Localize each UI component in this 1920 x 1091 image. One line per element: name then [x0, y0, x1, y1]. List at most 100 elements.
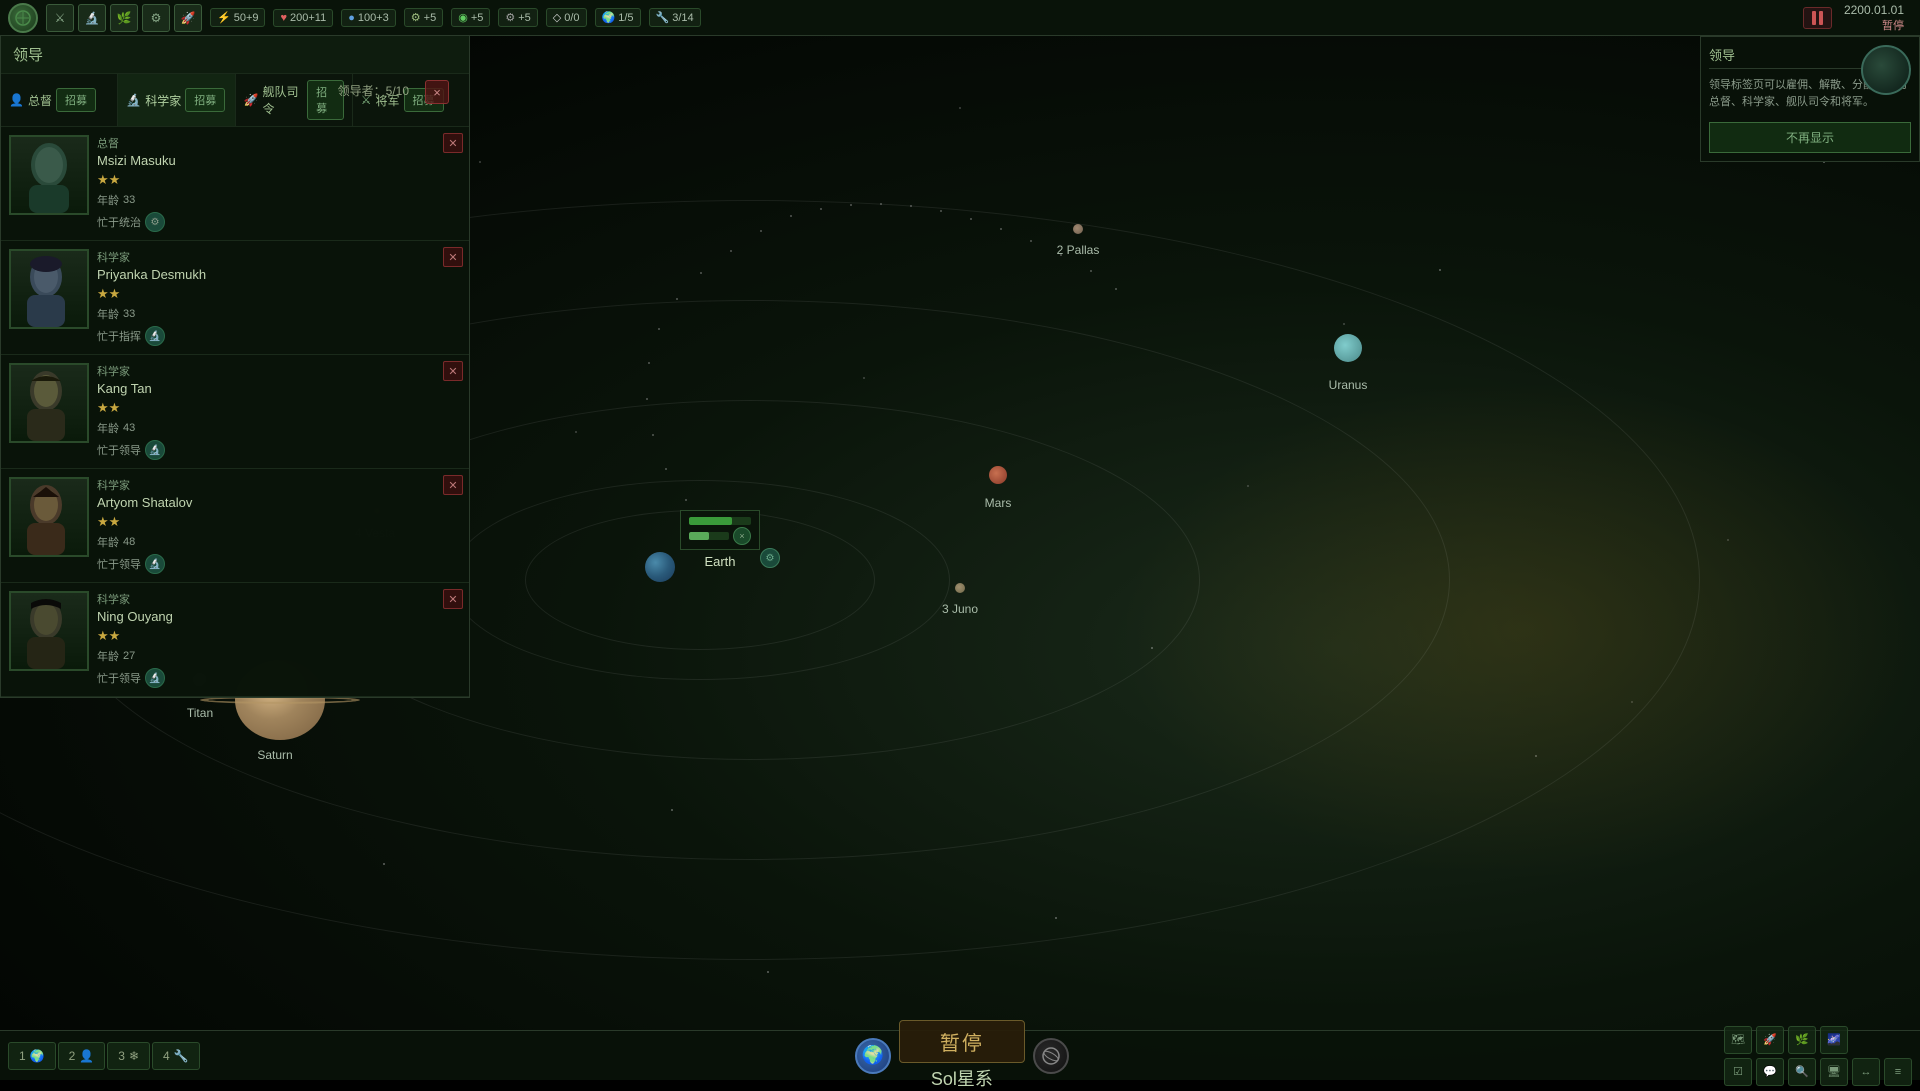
admiral-tab-label: 舰队司令	[262, 83, 303, 117]
pause-btn[interactable]	[1803, 7, 1832, 29]
br-icon-tree[interactable]: 🌿	[1788, 1026, 1816, 1054]
toolbar-btn-4[interactable]: ⚙	[142, 4, 170, 32]
governor-name: Msizi Masuku	[97, 153, 461, 168]
scientist-recruit-btn[interactable]: 招募	[185, 88, 225, 112]
kang-age: 年龄 43	[97, 420, 461, 436]
resource-green2: ◉ +5	[451, 8, 490, 27]
app-logo[interactable]	[8, 3, 38, 33]
artyom-role: 科学家	[97, 477, 461, 493]
tab-admiral[interactable]: 🚀 舰队司令 招募	[236, 74, 353, 126]
blue-icon: ●	[348, 12, 355, 24]
toolbar-btn-1[interactable]: ⚔	[46, 4, 74, 32]
wrench-icon: 🔧	[656, 11, 670, 24]
br-icon-menu[interactable]: ≡	[1884, 1058, 1912, 1086]
earth-bar-fill-top	[689, 517, 732, 525]
kang-name: Kang Tan	[97, 381, 461, 396]
governor-stars: ★★	[97, 172, 461, 188]
bottom-right-row-2: ☑ 💬 🔍 🖥 ↔ ≡	[1724, 1058, 1912, 1086]
artyom-status-icon[interactable]: 🔬	[145, 554, 165, 574]
priyanka-card-close[interactable]: ✕	[443, 247, 463, 267]
governor-status: 忙于统治 ⚙	[97, 212, 461, 232]
resource-wrench: 🔧 3/14	[649, 8, 701, 27]
gear-value: +5	[518, 12, 531, 24]
earth-icon-2[interactable]: ⚙	[760, 548, 780, 568]
br-icon-arrows[interactable]: ↔	[1852, 1058, 1880, 1086]
artyom-name: Artyom Shatalov	[97, 495, 461, 510]
kang-status-icon[interactable]: 🔬	[145, 440, 165, 460]
toolbar-btn-5[interactable]: 🚀	[174, 4, 202, 32]
br-icon-zoom[interactable]: 🔍	[1788, 1058, 1816, 1086]
resource-energy: ⚡ 50+9	[210, 8, 265, 27]
ning-status-icon[interactable]: 🔬	[145, 668, 165, 688]
toolbar-btn-2[interactable]: 🔬	[78, 4, 106, 32]
kang-info: 科学家 Kang Tan ★★ 年龄 43 忙于领导 🔬	[97, 363, 461, 460]
hp-icon: ♥	[280, 12, 287, 24]
governor-tab-label: 总督	[28, 92, 52, 109]
br-icon-fleet[interactable]: 🚀	[1756, 1026, 1784, 1054]
governor-status-icon[interactable]: ⚙	[145, 212, 165, 232]
blue-value: 100+3	[358, 12, 389, 24]
kang-stars: ★★	[97, 400, 461, 416]
energy-value: 50+9	[234, 12, 259, 24]
scientist-card-3: 科学家 Ning Ouyang ★★ 年龄 27 忙于领导 🔬 ✕	[1, 583, 469, 697]
kang-card-close[interactable]: ✕	[443, 361, 463, 381]
ning-stars: ★★	[97, 628, 461, 644]
date-display: 2200.01.01 暂停	[1836, 3, 1912, 33]
right-panel-dismiss-btn[interactable]: 不再显示	[1709, 122, 1911, 153]
priyanka-role: 科学家	[97, 249, 461, 265]
bottom-tab-3[interactable]: 3 ❄	[107, 1042, 150, 1070]
governor-card-close[interactable]: ✕	[443, 133, 463, 153]
pallas-label: 2 Pallas	[1057, 243, 1100, 257]
panel-title: 领导	[1, 36, 469, 74]
br-icon-check[interactable]: ☑	[1724, 1058, 1752, 1086]
mars-planet	[989, 466, 1007, 484]
tab2-icon: 👤	[79, 1049, 94, 1063]
admiral-icon: 🚀	[244, 93, 259, 107]
bottom-right-row-1: 🗺 🚀 🌿 🌌	[1724, 1026, 1912, 1054]
system-icon-right[interactable]	[1033, 1038, 1069, 1074]
br-icon-screen[interactable]: 🖥	[1820, 1058, 1848, 1086]
toolbar-btn-3[interactable]: 🌿	[110, 4, 138, 32]
ning-portrait	[9, 591, 89, 671]
priyanka-name: Priyanka Desmukh	[97, 267, 461, 282]
artyom-stars: ★★	[97, 514, 461, 530]
bottom-tabs: 1 🌍 2 👤 3 ❄ 4 🔧	[0, 1042, 208, 1070]
diamond-value: 0/0	[564, 12, 579, 24]
kang-portrait	[9, 363, 89, 443]
priyanka-status-icon[interactable]: 🔬	[145, 326, 165, 346]
bottom-tab-4[interactable]: 4 🔧	[152, 1042, 200, 1070]
earth-bar-container: ×	[680, 510, 760, 550]
g1-icon: ⚙	[411, 11, 421, 24]
system-icon-left[interactable]: 🌍	[855, 1038, 891, 1074]
titan-label: Titan	[187, 706, 213, 720]
tab-scientist[interactable]: 🔬 科学家 招募	[118, 74, 235, 126]
governor-recruit-btn[interactable]: 招募	[56, 88, 96, 112]
panel-close-btn[interactable]: ×	[425, 80, 449, 104]
tab-governor[interactable]: 👤 总督 招募	[1, 74, 118, 126]
earth-controls: ×	[689, 527, 751, 545]
br-icon-galaxy[interactable]: 🌌	[1820, 1026, 1848, 1054]
br-icon-msg[interactable]: 💬	[1756, 1058, 1784, 1086]
pause-icon	[1812, 11, 1823, 25]
earth-bar-top	[689, 517, 751, 525]
world-value: 1/5	[618, 12, 633, 24]
governor-card: 总督 Msizi Masuku ★★ 年龄 33 忙于统治 ⚙ ✕	[1, 127, 469, 241]
bottom-right-icons: 🗺 🚀 🌿 🌌 ☑ 💬 🔍 🖥 ↔ ≡	[1716, 1022, 1920, 1090]
br-icon-map[interactable]: 🗺	[1724, 1026, 1752, 1054]
priyanka-age: 年龄 33	[97, 306, 461, 322]
juno-label: 3 Juno	[942, 602, 978, 616]
uranus-label: Uranus	[1329, 378, 1368, 392]
ning-card-close[interactable]: ✕	[443, 589, 463, 609]
ning-info: 科学家 Ning Ouyang ★★ 年龄 27 忙于领导 🔬	[97, 591, 461, 688]
resource-blue: ● 100+3	[341, 9, 396, 27]
bottom-tab-2[interactable]: 2 👤	[58, 1042, 106, 1070]
bottom-tab-1[interactable]: 1 🌍	[8, 1042, 56, 1070]
earth-planet[interactable]	[645, 552, 675, 582]
earth-action-icon[interactable]: ×	[733, 527, 751, 545]
g2-icon: ◉	[458, 11, 468, 24]
earth-bar-bottom	[689, 532, 729, 540]
right-info-panel: 领导 领导标签页可以雇佣、解散、分配空闲的总督、科学家、舰队司令和将军。 不再显…	[1700, 36, 1920, 162]
artyom-card-close[interactable]: ✕	[443, 475, 463, 495]
governor-status-text: 忙于统治	[97, 214, 141, 230]
uranus-planet	[1334, 334, 1362, 362]
